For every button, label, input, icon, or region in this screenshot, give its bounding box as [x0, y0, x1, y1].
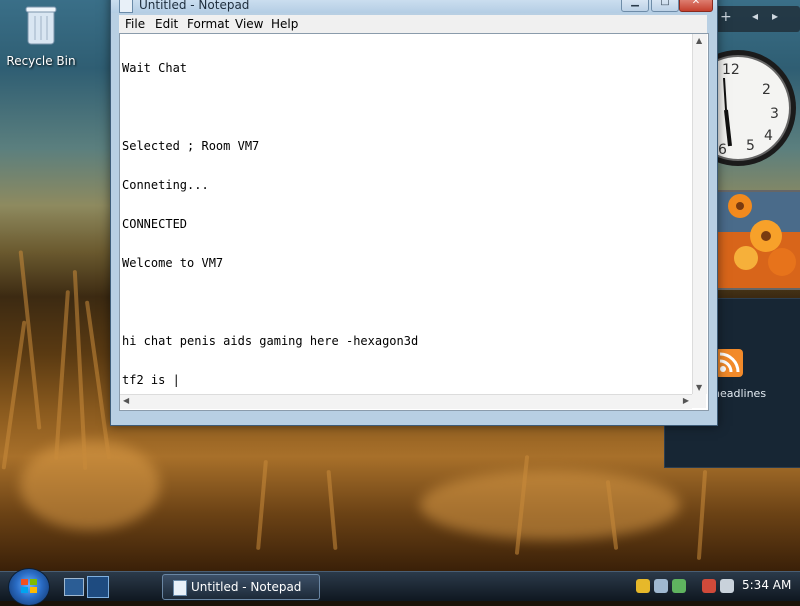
text-line: Wait Chat: [122, 61, 188, 75]
notepad-icon: [119, 0, 133, 13]
horizontal-scrollbar[interactable]: ◀ ▶: [120, 394, 692, 409]
svg-text:12: 12: [722, 62, 740, 78]
recycle-bin[interactable]: Recycle Bin: [6, 4, 76, 68]
scroll-down-icon[interactable]: ▼: [696, 383, 702, 392]
network-icon[interactable]: [654, 579, 668, 593]
svg-text:3: 3: [770, 106, 779, 122]
scroll-up-icon[interactable]: ▲: [696, 36, 702, 45]
svg-text:4: 4: [764, 128, 773, 144]
menu-edit[interactable]: Edit: [155, 17, 178, 31]
svg-text:6: 6: [718, 142, 727, 158]
security-icon[interactable]: [636, 579, 650, 593]
clock-icon: 12 2 3 4 5 6: [680, 50, 796, 166]
taskbar: Untitled - Notepad 5:34 AM: [0, 568, 800, 606]
feed-headlines-label: headlines: [713, 387, 767, 400]
taskbar-button-label: Untitled - Notepad: [191, 580, 302, 594]
maximize-button[interactable]: □: [651, 0, 679, 12]
notepad-window[interactable]: Untitled - Notepad ▁ □ ✕ File Edit Forma…: [110, 0, 718, 426]
menu-help[interactable]: Help: [271, 17, 298, 31]
minimize-icon: ▁: [631, 0, 639, 7]
menu-format[interactable]: Format: [187, 17, 229, 31]
menu-view[interactable]: View: [235, 17, 263, 31]
clock-gadget[interactable]: 12 2 3 4 5 6: [680, 48, 796, 174]
update-icon[interactable]: [672, 579, 686, 593]
flower-photo: [718, 192, 800, 288]
text-line: Conneting...: [122, 178, 209, 192]
previous-gadgets-button[interactable]: ◂: [752, 9, 758, 23]
notepad-icon: [173, 580, 187, 596]
show-desktop-icon[interactable]: [64, 578, 84, 596]
rss-icon: [715, 349, 743, 377]
text-editor[interactable]: Wait Chat Selected ; Room VM7 Conneting.…: [119, 33, 709, 411]
minimize-button[interactable]: ▁: [621, 0, 649, 12]
network-warning-icon[interactable]: [702, 579, 716, 593]
title-bar[interactable]: Untitled - Notepad ▁ □ ✕: [111, 0, 717, 13]
resize-grip[interactable]: [692, 394, 706, 408]
svg-text:5: 5: [746, 138, 755, 154]
scroll-left-icon[interactable]: ◀: [123, 396, 129, 405]
switch-windows-icon[interactable]: [87, 576, 109, 598]
text-line: hi chat penis aids gaming here -hexagon3…: [122, 334, 419, 348]
text-line: [122, 296, 692, 309]
menu-bar: File Edit Format View Help: [119, 15, 707, 33]
next-gadgets-button[interactable]: ▸: [772, 9, 778, 23]
slideshow-gadget[interactable]: [716, 190, 800, 290]
recycle-bin-icon: [24, 4, 58, 46]
close-button[interactable]: ✕: [679, 0, 713, 12]
start-button[interactable]: [8, 568, 50, 606]
vertical-scrollbar[interactable]: ▲ ▼: [692, 34, 707, 394]
menu-file[interactable]: File: [125, 17, 145, 31]
windows-sidebar: + ◂ ▸ 12 2 3 4 5 6 headlines: [664, 0, 800, 571]
window-title: Untitled - Notepad: [139, 0, 250, 12]
add-gadget-button[interactable]: +: [720, 9, 732, 25]
scroll-right-icon[interactable]: ▶: [683, 396, 689, 405]
text-line: tf2 is |: [122, 373, 180, 387]
text-line: Welcome to VM7: [122, 256, 224, 270]
text-line: Selected ; Room VM7: [122, 139, 260, 153]
taskbar-notepad-button[interactable]: Untitled - Notepad: [162, 574, 320, 600]
sidebar-controls: + ◂ ▸: [712, 6, 800, 32]
text-line: [122, 101, 692, 114]
text-content[interactable]: Wait Chat Selected ; Room VM7 Conneting.…: [122, 36, 692, 392]
text-line: CONNECTED: [122, 217, 188, 231]
maximize-icon: □: [660, 0, 670, 7]
windows-start-icon: [21, 579, 37, 593]
volume-icon[interactable]: [720, 579, 734, 593]
svg-text:2: 2: [762, 82, 771, 98]
recycle-bin-label: Recycle Bin: [6, 54, 76, 68]
taskbar-clock[interactable]: 5:34 AM: [742, 578, 791, 592]
close-icon: ✕: [691, 0, 701, 7]
